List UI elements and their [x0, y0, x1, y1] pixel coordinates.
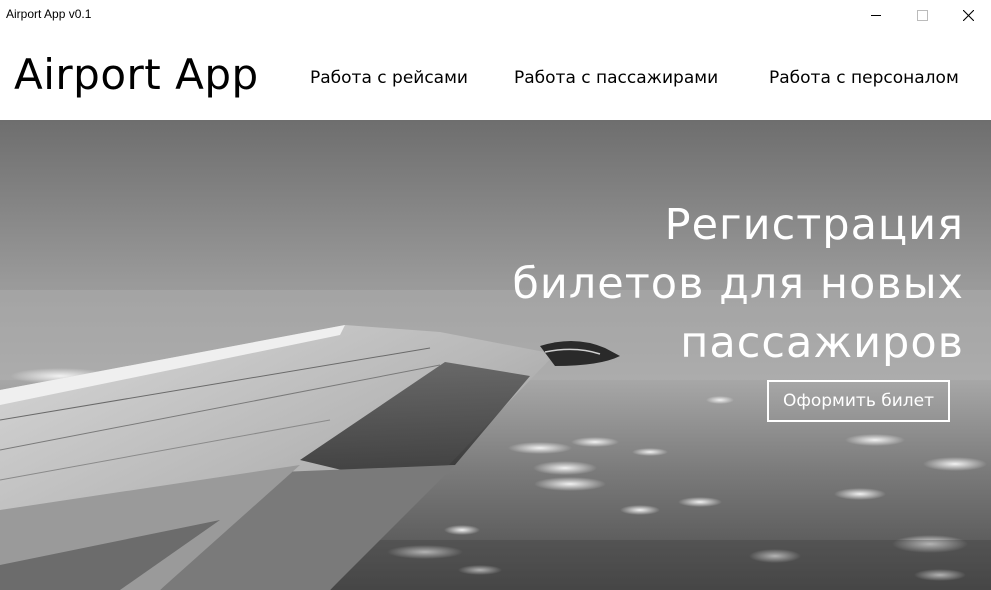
hero-heading: Регистрация билетов для новых пассажиров [512, 196, 964, 373]
nav-flights[interactable]: Работа с рейсами [310, 68, 468, 88]
minimize-icon [870, 14, 881, 16]
hero-heading-line: пассажиров [680, 318, 964, 368]
close-icon [962, 9, 974, 21]
issue-ticket-button[interactable]: Оформить билет [767, 380, 950, 422]
nav-passengers[interactable]: Работа с пассажирами [514, 68, 718, 88]
nav-staff[interactable]: Работа с персоналом [769, 68, 959, 88]
maximize-button[interactable] [899, 0, 945, 30]
maximize-icon [916, 9, 928, 21]
window-titlebar: Airport App v0.1 [0, 0, 991, 30]
app-header: Airport App Работа с рейсами Работа с па… [0, 30, 991, 120]
hero-heading-line: билетов для новых [512, 259, 964, 309]
close-button[interactable] [945, 0, 991, 30]
hero-heading-line: Регистрация [664, 200, 964, 250]
minimize-button[interactable] [853, 0, 899, 30]
hero-section: Регистрация билетов для новых пассажиров… [0, 120, 991, 590]
app-title: Airport App [14, 50, 259, 99]
window-title: Airport App v0.1 [6, 7, 92, 21]
